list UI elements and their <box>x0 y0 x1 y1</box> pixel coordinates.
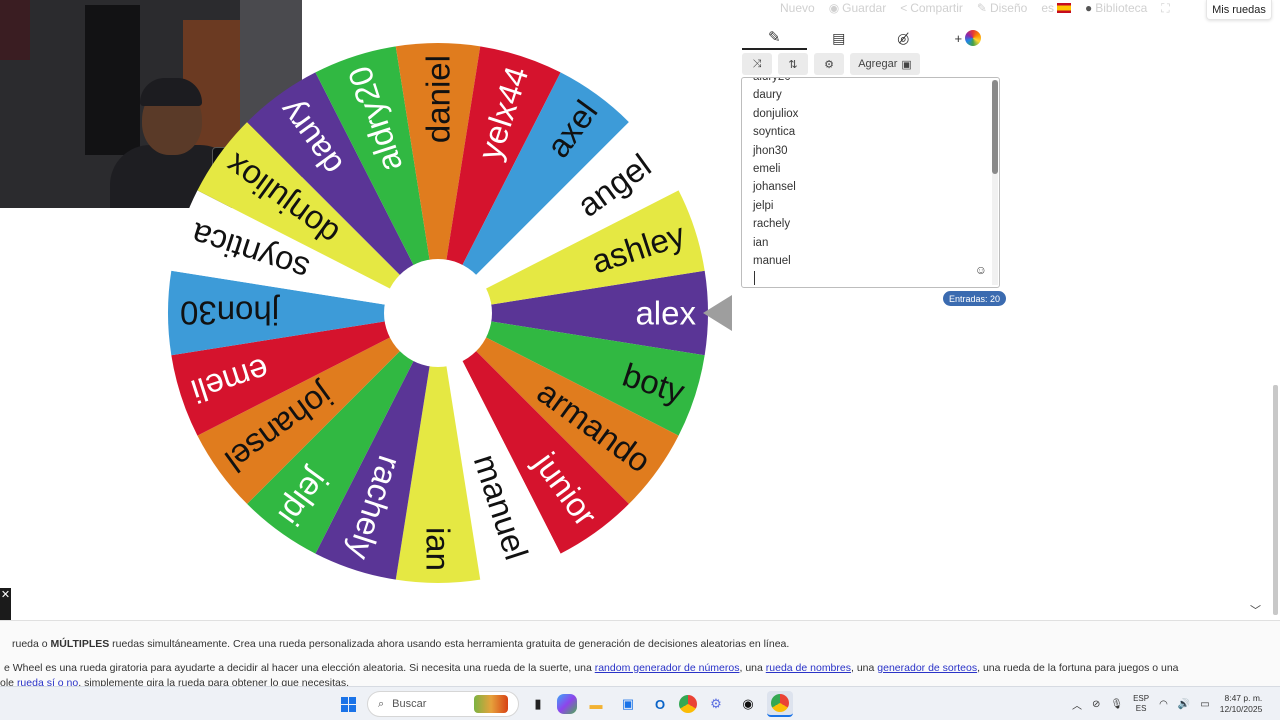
volume-icon[interactable]: 🔊 <box>1178 699 1190 710</box>
entries-textarea[interactable]: aldry20 daury donjuliox soyntica jhon30 emel… <box>741 77 1000 288</box>
gear-icon: ⚙ <box>824 58 834 71</box>
flag-spain-icon <box>1057 3 1072 13</box>
windows-start-icon[interactable] <box>335 691 361 717</box>
description-section: rueda o MÚLTIPLES ruedas simultáneamente… <box>0 620 1280 686</box>
wheel-segment-label: jhon30 <box>180 295 280 332</box>
description-line-1: rueda o MÚLTIPLES ruedas simultáneamente… <box>12 638 790 650</box>
entry-line: jelpi <box>753 199 774 212</box>
link-name-wheel[interactable]: rueda de nombres <box>766 662 851 674</box>
image-icon: ▣ <box>901 58 912 71</box>
save-icon: ◉ <box>828 1 840 15</box>
chevron-down-icon[interactable]: ﹀ <box>1250 602 1261 618</box>
add-image-button[interactable]: Agregar ▣ <box>850 53 920 75</box>
file-explorer-icon[interactable]: ▬ <box>583 691 609 717</box>
entry-line: ian <box>753 236 769 249</box>
media-app-icon[interactable]: ◉ <box>735 691 761 717</box>
wheel-segment-label: ian <box>420 527 457 571</box>
wheel-svg[interactable]: alexbotyarmandojuniormanuelianrachelyjel… <box>160 40 740 590</box>
tab-edit[interactable]: ✎ <box>742 26 807 50</box>
wheel-segment-label: daniel <box>420 55 457 143</box>
nav-library[interactable]: ● Biblioteca <box>1085 1 1147 15</box>
nav-language[interactable]: es <box>1041 1 1072 15</box>
plus-icon: + <box>954 30 963 46</box>
wheel-center[interactable] <box>384 259 492 367</box>
brush-icon: ✎ <box>976 1 987 15</box>
nav-save[interactable]: ◉ Guardar <box>829 1 887 15</box>
entries-toolbar: ⤨ ⇅ ⚙ Agregar ▣ <box>742 53 920 75</box>
entry-line: daury <box>753 89 782 102</box>
entries-count-badge: Entradas: 20 <box>943 291 1007 306</box>
entry-line-partial: aldry20 <box>753 77 791 83</box>
panel-tabs: ✎ ▤ ◎̸ + <box>742 26 1000 50</box>
color-wheel-icon <box>965 30 982 46</box>
taskbar: ⌕ Buscar ▮ ▬ ▣ O ⚙ ◉ ︿ ⊘ 🎙 ESP ES ◠ 🔊 ▭ 8:… <box>0 686 1280 720</box>
entry-line: rachely <box>753 218 791 231</box>
outlook-icon[interactable]: O <box>647 691 673 717</box>
link-yes-no-wheel[interactable]: rueda sí o no <box>17 677 78 686</box>
wheel[interactable]: alex boty armando junior manuel ian rachely jel… <box>160 40 740 590</box>
clipboard-icon: ▤ <box>832 29 846 46</box>
eye-off-icon: ◎̸ <box>897 29 910 46</box>
network-off-icon[interactable]: ⊘ <box>1092 699 1100 710</box>
screen: { "nav": { "items": [ {"label": "Nuevo",… <box>0 0 1280 720</box>
globe-icon: ● <box>1085 1 1093 15</box>
chrome-profile-icon[interactable] <box>767 691 793 717</box>
link-number-generator[interactable]: random generador de números <box>595 662 740 674</box>
entry-line: emeli <box>753 162 781 175</box>
battery-icon[interactable]: ▭ <box>1200 699 1209 710</box>
search-highlight-icon <box>474 695 508 713</box>
description-line-3: ole rueda sí o no, simplemente gira la r… <box>0 677 349 686</box>
entries-scrollbar-thumb[interactable] <box>992 80 998 174</box>
text-caret <box>754 271 755 285</box>
wheel-segment-label: alex <box>635 295 696 332</box>
entry-line: johansel <box>753 181 796 194</box>
clock[interactable]: 8:47 p. m. 12/10/2025 <box>1220 693 1263 715</box>
microphone-icon[interactable]: 🎙 <box>1110 699 1123 710</box>
entry-line: manuel <box>753 254 791 267</box>
tab-hidden[interactable]: ◎̸ <box>871 26 936 50</box>
sort-button[interactable]: ⇅ <box>778 53 808 75</box>
sort-icon: ⇅ <box>788 58 798 71</box>
nav-new[interactable]: Nuevo <box>780 1 815 15</box>
top-nav: Nuevo ◉ Guardar < Compartir ✎ Diseño es ● Bi… <box>780 0 1170 16</box>
description-line-2: e Wheel es una rueda giratoria para ayud… <box>4 662 1179 674</box>
fullscreen-icon[interactable]: ⛶ <box>1161 1 1169 16</box>
page-scrollbar[interactable] <box>1273 385 1278 615</box>
share-icon: < <box>900 1 908 15</box>
tab-add-wheel[interactable]: + <box>936 26 1001 50</box>
shuffle-button[interactable]: ⤨ <box>742 53 772 75</box>
entry-line: jhon30 <box>753 144 788 157</box>
nav-share[interactable]: < Compartir <box>900 1 963 15</box>
chevron-up-icon[interactable]: ︿ <box>1072 697 1082 712</box>
link-raffle-generator[interactable]: generador de sorteos <box>877 662 977 674</box>
settings-button[interactable]: ⚙ <box>814 53 844 75</box>
pencil-icon: ✎ <box>767 29 781 46</box>
copilot-icon[interactable] <box>557 694 577 714</box>
language-indicator[interactable]: ESP ES <box>1133 694 1149 714</box>
system-tray: ︿ ⊘ 🎙 ESP ES ◠ 🔊 ▭ 8:47 p. m. 12/10/2025 <box>1072 687 1262 720</box>
emoji-icon[interactable]: ☺ <box>975 263 987 277</box>
settings-app-icon[interactable]: ⚙ <box>703 691 729 717</box>
chrome-icon[interactable] <box>679 695 697 713</box>
shuffle-icon: ⤨ <box>752 57 762 70</box>
taskbar-search[interactable]: ⌕ Buscar <box>367 691 519 717</box>
entry-line: donjuliox <box>753 107 799 120</box>
tab-results[interactable]: ▤ <box>807 26 872 50</box>
task-view-icon[interactable]: ▮ <box>525 691 551 717</box>
search-icon: ⌕ <box>378 697 385 710</box>
wifi-icon[interactable]: ◠ <box>1159 699 1168 710</box>
store-icon[interactable]: ▣ <box>615 691 641 717</box>
my-wheels-button[interactable]: Mis ruedas <box>1206 0 1272 20</box>
nav-design[interactable]: ✎ Diseño <box>977 1 1027 15</box>
entry-line: soyntica <box>753 126 796 139</box>
